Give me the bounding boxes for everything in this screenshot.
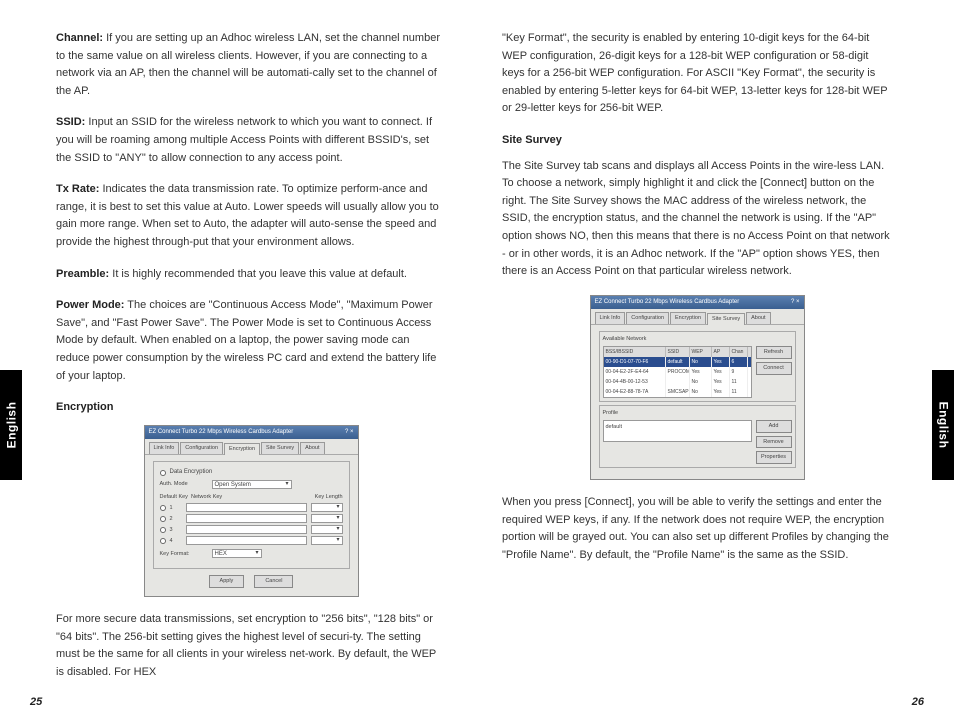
- table-row: 00-04-4B-00-12-53NoYes11: [604, 377, 751, 387]
- tab-encryption: Encryption: [224, 443, 260, 455]
- para-channel: Channel: If you are setting up an Adhoc …: [56, 30, 446, 100]
- enc-dialog-titlebar: EZ Connect Turbo 22 Mbps Wireless Cardbu…: [145, 426, 358, 440]
- survey-dialog-titlebar: EZ Connect Turbo 22 Mbps Wireless Cardbu…: [591, 296, 804, 310]
- col-ssid: SSID: [666, 347, 690, 357]
- table-row: 00-90-D1-07-70-F6defaultNoYes6: [604, 357, 751, 367]
- cancel-button: Cancel: [254, 575, 293, 588]
- para-txrate: Tx Rate: Indicates the data transmission…: [56, 181, 446, 251]
- para-connect-desc: When you press [Connect], you will be ab…: [502, 494, 892, 564]
- key3-input: [186, 525, 307, 534]
- add-button: Add: [756, 420, 792, 433]
- sitesurvey-dialog-image: EZ Connect Turbo 22 Mbps Wireless Cardbu…: [590, 295, 805, 480]
- language-tab-left: English: [0, 370, 22, 480]
- properties-button: Properties: [756, 451, 792, 464]
- key2-length: [311, 514, 343, 523]
- right-column: "Key Format", the security is enabled by…: [502, 30, 892, 578]
- label-txrate: Tx Rate:: [56, 183, 99, 195]
- tab-about: About: [300, 442, 324, 454]
- select-authmode: Open System: [212, 480, 292, 489]
- key4-input: [186, 536, 307, 545]
- label-profile: Profile: [603, 409, 792, 418]
- key2-num: 2: [170, 515, 182, 524]
- key1-num: 1: [170, 504, 182, 513]
- survey-dialog-tabs: Link Info Configuration Encryption Site …: [591, 309, 804, 325]
- page-number-left: 25: [30, 696, 42, 708]
- data-encryption-radio: [160, 470, 166, 476]
- label-available-network: Available Network: [603, 335, 792, 344]
- para-survey-desc: The Site Survey tab scans and displays a…: [502, 158, 892, 281]
- col-ap: AP: [712, 347, 730, 357]
- key3-length: [311, 525, 343, 534]
- para-encryption-desc: For more secure data transmissions, set …: [56, 611, 446, 681]
- enc-dialog-tabs: Link Info Configuration Encryption Site …: [145, 439, 358, 455]
- label-authmode: Auth. Mode: [160, 480, 208, 489]
- key4-length: [311, 536, 343, 545]
- key2-input: [186, 514, 307, 523]
- col-chan: Chan: [730, 347, 748, 357]
- tab-linkinfo: Link Info: [595, 312, 626, 324]
- page-number-right: 26: [912, 696, 924, 708]
- label-preamble: Preamble:: [56, 268, 109, 280]
- table-row: 00-04-E2-88-78-7ASMCSAPNoYes11: [604, 387, 751, 397]
- close-icon: ? ×: [791, 298, 800, 308]
- label-keylength: Key Length: [315, 493, 343, 502]
- text-txrate: Indicates the data transmission rate. To…: [56, 183, 439, 248]
- connect-button: Connect: [756, 362, 792, 375]
- key1-input: [186, 503, 307, 512]
- key3-num: 3: [170, 526, 182, 535]
- col-bssid: BSS/IBSSID: [604, 347, 666, 357]
- key4-num: 4: [170, 537, 182, 546]
- text-channel: If you are setting up an Adhoc wireless …: [56, 32, 440, 97]
- tab-linkinfo: Link Info: [149, 442, 180, 454]
- key2-radio: [160, 516, 166, 522]
- para-keyformat: "Key Format", the security is enabled by…: [502, 30, 892, 118]
- label-powermode: Power Mode:: [56, 299, 124, 311]
- label-ssid: SSID:: [56, 116, 85, 128]
- tab-configuration: Configuration: [626, 312, 669, 324]
- col-wep: WEP: [690, 347, 712, 357]
- remove-button: Remove: [756, 436, 792, 449]
- para-preamble: Preamble: It is highly recommended that …: [56, 266, 446, 284]
- para-ssid: SSID: Input an SSID for the wireless net…: [56, 114, 446, 167]
- left-column: Channel: If you are setting up an Adhoc …: [56, 30, 446, 696]
- key1-length: [311, 503, 343, 512]
- text-ssid: Input an SSID for the wireless network t…: [56, 116, 432, 163]
- key4-radio: [160, 538, 166, 544]
- heading-sitesurvey: Site Survey: [502, 132, 892, 150]
- tab-about: About: [746, 312, 770, 324]
- label-keyformat: Key Format:: [160, 550, 208, 559]
- select-keyformat: HEX: [212, 549, 262, 558]
- apply-button: Apply: [209, 575, 245, 588]
- encryption-dialog-image: EZ Connect Turbo 22 Mbps Wireless Cardbu…: [144, 425, 359, 598]
- text-preamble: It is highly recommended that you leave …: [109, 268, 407, 280]
- profile-list: default: [603, 420, 752, 442]
- network-table: BSS/IBSSID SSID WEP AP Chan 00-90-D1-07-…: [603, 346, 752, 398]
- para-powermode: Power Mode: The choices are "Continuous …: [56, 297, 446, 385]
- tab-sitesurvey: Site Survey: [261, 442, 299, 454]
- label-data-encryption: Data Encryption: [170, 468, 213, 478]
- tab-configuration: Configuration: [180, 442, 223, 454]
- text-powermode: The choices are "Continuous Access Mode"…: [56, 299, 436, 381]
- language-tab-right: English: [932, 370, 954, 480]
- refresh-button: Refresh: [756, 346, 792, 359]
- key1-radio: [160, 505, 166, 511]
- label-networkkey: Network Key: [191, 494, 222, 500]
- label-channel: Channel:: [56, 32, 103, 44]
- label-defaultkey: Default Key: [160, 494, 188, 500]
- key3-radio: [160, 527, 166, 533]
- close-icon: ? ×: [345, 428, 354, 438]
- tab-encryption: Encryption: [670, 312, 706, 324]
- tab-sitesurvey: Site Survey: [707, 313, 745, 325]
- table-row: 00-04-E2-2F-E4-64PROCOMMYesYes9: [604, 367, 751, 377]
- heading-encryption: Encryption: [56, 399, 446, 417]
